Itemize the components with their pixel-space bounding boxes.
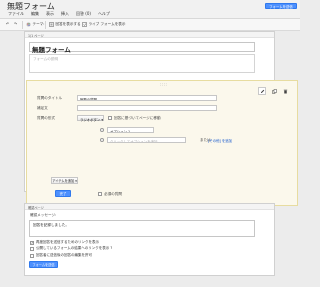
send-form-button[interactable]: フォームを送信	[265, 3, 297, 9]
form-description-input[interactable]: フォームの説明	[29, 54, 255, 73]
publish-results-checkbox[interactable]	[30, 246, 34, 251]
add-option-input[interactable]: クリックしてオプションを追加	[107, 137, 186, 143]
help-text-input[interactable]	[77, 105, 217, 111]
option-allow-edit[interactable]: 回答者に送信後の回答の編集を許可	[30, 253, 92, 258]
menu-insert[interactable]: 挿入	[61, 11, 69, 17]
menu-responses[interactable]: 回答 (0)	[76, 11, 91, 17]
go-to-page-checkbox[interactable]	[108, 116, 112, 120]
option-show-resubmit-link[interactable]: ✓ 再度回答を送信するためのリンクを表示	[30, 240, 99, 245]
top-bar: 無題フォーム ファイル 編集 表示 挿入 回答 (0) ヘルプ フォームを送信	[0, 0, 300, 19]
question-title-input[interactable]: 無題の質問	[77, 95, 217, 101]
page-header: 1/1 ページ	[25, 32, 274, 38]
confirmation-message-input[interactable]: 回答を記録しました。	[29, 220, 255, 237]
resubmit-link-checkbox[interactable]: ✓	[30, 240, 34, 245]
required-label: 必須の質問	[104, 192, 122, 196]
confirmation-send-button[interactable]: フォームを送信	[29, 261, 58, 268]
done-button[interactable]: 完了	[55, 190, 71, 197]
option-1-input[interactable]: オプション 1	[107, 127, 154, 133]
confirmation-page-card: 確認ページ 確認メッセージ: 回答を記録しました。 ✓ 再度回答を送信するための…	[24, 203, 275, 276]
add-other-link[interactable]: [その他] を追加	[208, 138, 232, 143]
menu-edit[interactable]: 編集	[31, 11, 39, 17]
page-1-card: 1/1 ページ 無題フォーム フォームの説明 :::: 質問のタイトル 無題の質…	[24, 31, 298, 206]
menu-help[interactable]: ヘルプ	[98, 11, 110, 17]
add-option-radio	[100, 138, 104, 142]
redo-icon[interactable]: ↷	[14, 22, 17, 26]
confirmation-message-label: 確認メッセージ:	[30, 213, 57, 217]
pencil-icon[interactable]	[258, 87, 266, 95]
theme-label: テーマ:	[32, 22, 45, 26]
menu-bar: ファイル 編集 表示 挿入 回答 (0) ヘルプ	[8, 11, 110, 17]
toolbar: ↶ ↷ テーマ: 回答を表示する ライブ フォームを表示	[0, 19, 300, 31]
option-1-radio	[100, 128, 104, 132]
menu-view[interactable]: 表示	[46, 11, 54, 17]
question-type-select[interactable]: ラジオボタン ▾	[77, 115, 104, 122]
question-edit-panel: :::: 質問のタイトル 無題の質問 補足文 質問の形式 ラジオボタン ▾ 回答…	[26, 80, 298, 206]
add-item-button[interactable]: アイテムを追加 ▾	[51, 177, 78, 184]
view-responses-label: 回答を表示する	[55, 22, 81, 26]
view-responses-button[interactable]: 回答を表示する	[49, 22, 81, 27]
live-form-icon	[82, 22, 87, 27]
responses-icon	[49, 22, 54, 27]
view-live-form-label: ライブ フォームを表示	[88, 22, 126, 26]
view-live-form-button[interactable]: ライブ フォームを表示	[82, 22, 125, 27]
duplicate-icon[interactable]	[270, 87, 278, 95]
form-title-input[interactable]: 無題フォーム	[29, 42, 255, 54]
palette-icon	[26, 22, 31, 27]
help-text-label: 補足文	[37, 106, 48, 110]
undo-icon[interactable]: ↶	[6, 22, 9, 26]
trash-icon[interactable]	[281, 87, 289, 95]
allow-edit-checkbox[interactable]	[30, 253, 34, 258]
resubmit-link-label: 再度回答を送信するためのリンクを表示	[36, 240, 99, 244]
allow-edit-label: 回答者に送信後の回答の編集を許可	[36, 253, 92, 257]
theme-button[interactable]: テーマ:	[26, 22, 45, 27]
confirmation-header: 確認ページ	[25, 204, 274, 210]
option-publish-results[interactable]: 公開しているフォームの結果へのリンクを表示 ?	[30, 246, 112, 251]
question-title-label: 質問のタイトル	[37, 96, 63, 100]
required-checkbox[interactable]	[98, 192, 102, 196]
menu-file[interactable]: ファイル	[8, 11, 24, 17]
drag-handle[interactable]: ::::	[160, 82, 167, 87]
go-to-page-label: 回答に基づいてページに移動	[114, 116, 161, 120]
question-type-label: 質問の形式	[37, 116, 55, 120]
publish-results-label: 公開しているフォームの結果へのリンクを表示 ?	[36, 246, 113, 250]
